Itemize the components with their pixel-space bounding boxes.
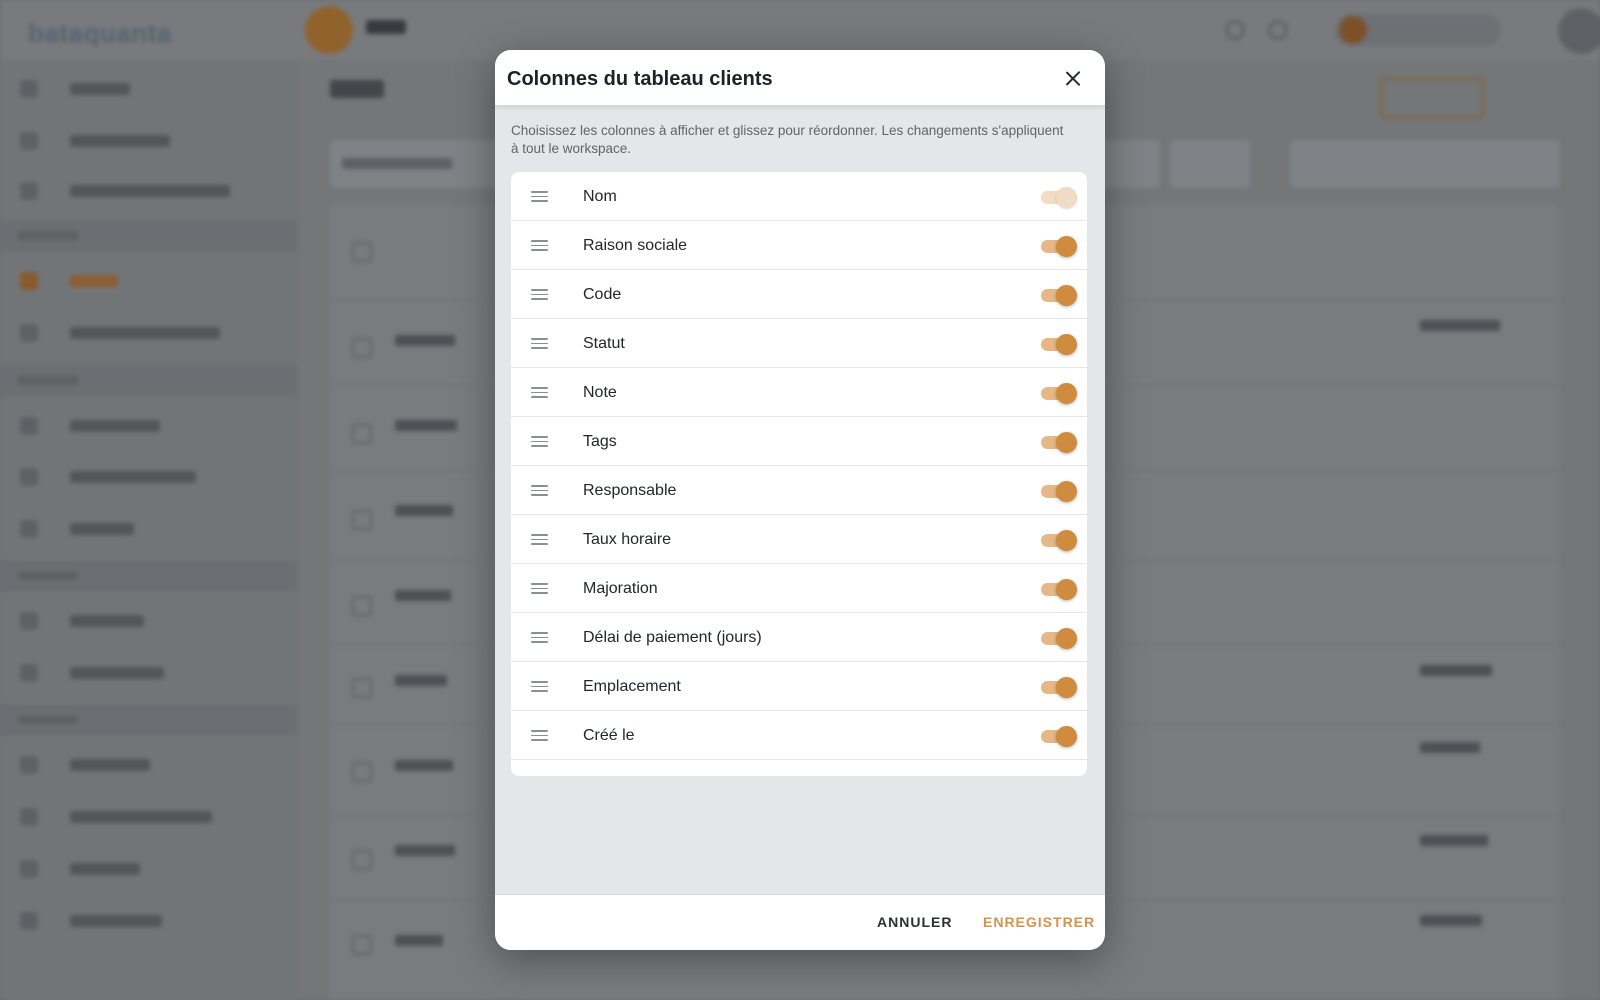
column-row-emplacement[interactable]: Emplacement — [511, 662, 1087, 711]
column-toggle-responsable[interactable] — [1039, 480, 1077, 502]
column-toggle-majoration[interactable] — [1039, 578, 1077, 600]
dialog-title: Colonnes du tableau clients — [507, 68, 773, 90]
column-label: Nom — [583, 188, 617, 205]
column-row-raison-sociale[interactable]: Raison sociale — [511, 221, 1087, 270]
column-toggle-code[interactable] — [1039, 284, 1077, 306]
column-row-nom[interactable]: Nom — [511, 172, 1087, 221]
column-label: Créé le — [583, 727, 635, 744]
column-row-majoration[interactable]: Majoration — [511, 564, 1087, 613]
column-toggle-statut[interactable] — [1039, 333, 1077, 355]
dialog-description: Choisissez les colonnes à afficher et gl… — [511, 123, 1064, 156]
close-icon[interactable] — [1061, 67, 1085, 91]
column-toggle-tags[interactable] — [1039, 431, 1077, 453]
column-toggle-delai-paiement[interactable] — [1039, 627, 1077, 649]
drag-handle-icon[interactable] — [531, 583, 548, 594]
drag-handle-icon[interactable] — [531, 436, 548, 447]
drag-handle-icon[interactable] — [531, 534, 548, 545]
drag-handle-icon[interactable] — [531, 632, 548, 643]
drag-handle-icon[interactable] — [531, 338, 548, 349]
drag-handle-icon[interactable] — [531, 387, 548, 398]
cancel-button[interactable]: ANNULER — [877, 914, 952, 930]
drag-handle-icon[interactable] — [531, 730, 548, 741]
column-row-note[interactable]: Note — [511, 368, 1087, 417]
column-label: Délai de paiement (jours) — [583, 629, 762, 646]
dialog-header: Colonnes du tableau clients — [495, 50, 1105, 106]
column-toggle-note[interactable] — [1039, 382, 1077, 404]
column-label: Tags — [583, 433, 617, 450]
column-toggle-raison-sociale[interactable] — [1039, 235, 1077, 257]
column-row-taux-horaire[interactable]: Taux horaire — [511, 515, 1087, 564]
dialog-footer: ANNULER ENREGISTRER — [495, 894, 1105, 950]
columns-settings-dialog: Colonnes du tableau clients Choisissez l… — [495, 50, 1105, 950]
drag-handle-icon[interactable] — [531, 289, 548, 300]
save-button[interactable]: ENREGISTRER — [983, 914, 1095, 930]
column-label: Note — [583, 384, 617, 401]
drag-handle-icon[interactable] — [531, 191, 548, 202]
column-label: Taux horaire — [583, 531, 672, 548]
column-row-delai-paiement[interactable]: Délai de paiement (jours) — [511, 613, 1087, 662]
column-row-tags[interactable]: Tags — [511, 417, 1087, 466]
column-row-code[interactable]: Code — [511, 270, 1087, 319]
column-toggle-cree-le[interactable] — [1039, 725, 1077, 747]
column-row-responsable[interactable]: Responsable — [511, 466, 1087, 515]
column-label: Majoration — [583, 580, 658, 597]
column-list: Nom Raison sociale Code Statut Note Tags — [511, 172, 1087, 776]
drag-handle-icon[interactable] — [531, 681, 548, 692]
drag-handle-icon[interactable] — [531, 485, 548, 496]
column-row-statut[interactable]: Statut — [511, 319, 1087, 368]
column-toggle-emplacement[interactable] — [1039, 676, 1077, 698]
column-row-cree-le[interactable]: Créé le — [511, 711, 1087, 760]
column-label: Responsable — [583, 482, 677, 499]
column-label: Raison sociale — [583, 237, 688, 254]
drag-handle-icon[interactable] — [531, 240, 548, 251]
column-label: Code — [583, 286, 622, 303]
column-toggle-taux-horaire[interactable] — [1039, 529, 1077, 551]
column-label: Emplacement — [583, 678, 681, 695]
column-label: Statut — [583, 335, 625, 352]
column-toggle-nom — [1039, 186, 1077, 208]
